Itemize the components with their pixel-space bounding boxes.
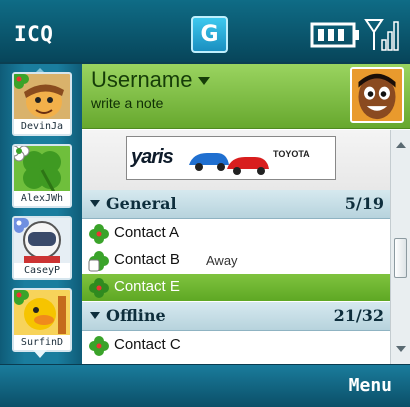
- buddy-item-surfind[interactable]: SurfinD: [12, 288, 72, 352]
- profile-header[interactable]: Username write a note: [82, 64, 410, 129]
- list-item-selected[interactable]: Contact E: [82, 274, 390, 301]
- scroll-down-icon[interactable]: [396, 346, 406, 352]
- buddy-label: AlexJWh: [14, 191, 70, 206]
- ad-sponsor-text: TOYOTA: [273, 149, 310, 159]
- main-panel: Username write a note yaris TOYOTA Gener…: [82, 64, 410, 364]
- username-label: Username: [91, 67, 193, 92]
- group-count: 5/19: [344, 194, 384, 213]
- ad-banner[interactable]: yaris TOYOTA: [126, 136, 336, 180]
- cars-image-icon: [189, 153, 269, 175]
- group-header-offline[interactable]: Offline 21/32: [82, 302, 390, 331]
- contact-name: Contact C: [114, 336, 181, 353]
- list-item[interactable]: Contact C: [82, 332, 390, 359]
- contact-status: Away: [206, 253, 238, 268]
- status-note-field[interactable]: write a note: [91, 95, 163, 111]
- scroll-thumb[interactable]: [394, 238, 407, 278]
- buddy-label: DevinJa: [14, 119, 70, 134]
- buddy-label: CaseyP: [14, 263, 70, 278]
- buddy-item-caseyp[interactable]: CaseyP: [12, 216, 72, 280]
- list-item[interactable]: Contact A: [82, 220, 390, 247]
- group-count: 21/32: [333, 306, 384, 325]
- username-dropdown[interactable]: Username: [91, 67, 211, 93]
- ad-brand-text: yaris: [131, 146, 174, 168]
- away-flower-icon: [88, 251, 109, 272]
- signal-icon: [364, 19, 399, 51]
- online-flower-icon: [89, 278, 109, 298]
- buddy-strip[interactable]: DevinJa AlexJWh CaseyP SurfinD: [0, 64, 82, 364]
- cartoon-face-avatar-icon[interactable]: [350, 67, 404, 123]
- status-bar: ICQ G: [0, 0, 410, 64]
- offline-flower-icon: [89, 336, 109, 356]
- ad-area: yaris TOYOTA: [82, 130, 390, 190]
- flower-icon: [14, 146, 30, 162]
- group-name: Offline: [106, 306, 166, 325]
- group-header-general[interactable]: General 5/19: [82, 190, 390, 219]
- buddy-item-devinja[interactable]: DevinJa: [12, 72, 72, 136]
- contact-name: Contact E: [114, 278, 180, 295]
- softkey-bar: Menu: [0, 364, 410, 407]
- blue-flower-icon: [14, 218, 29, 233]
- app-title: ICQ: [14, 22, 54, 46]
- contact-name: Contact A: [114, 224, 180, 241]
- strip-scroll-down-icon[interactable]: [33, 350, 47, 358]
- caret-down-icon: [198, 77, 211, 86]
- group-name: General: [106, 194, 177, 213]
- collapse-caret-icon: [90, 200, 100, 207]
- buddy-label: SurfinD: [14, 335, 70, 350]
- buddy-item-alexjwh[interactable]: AlexJWh: [12, 144, 72, 208]
- scroll-up-icon[interactable]: [396, 142, 406, 148]
- list-scrollbar[interactable]: [390, 130, 410, 364]
- battery-icon: [310, 22, 359, 48]
- collapse-caret-icon: [90, 312, 100, 319]
- list-item[interactable]: Contact B Away: [82, 247, 390, 274]
- menu-softkey[interactable]: Menu: [349, 375, 392, 396]
- g-badge-icon: G: [191, 16, 228, 53]
- contact-name: Contact B: [114, 251, 180, 268]
- online-flower-icon: [89, 224, 109, 244]
- contact-list[interactable]: General 5/19 Contact A Contact B Away Co…: [82, 190, 390, 364]
- clover-icon: [14, 74, 29, 89]
- clover-icon: [14, 290, 29, 305]
